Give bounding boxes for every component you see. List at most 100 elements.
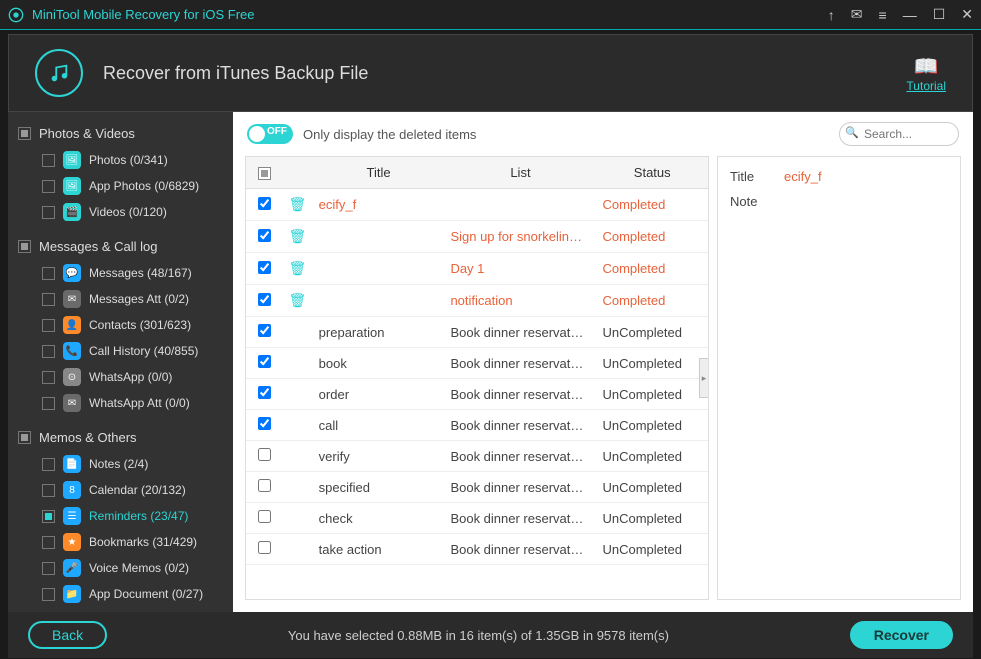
app-title: MiniTool Mobile Recovery for iOS Free [32,7,828,22]
item-checkbox[interactable] [42,397,55,410]
table-row[interactable]: 🗑 Day 1 Completed [246,253,708,285]
menu-icon[interactable]: ≡ [879,7,887,23]
cell-title: preparation [313,317,445,348]
table-row[interactable]: 🗑 ecify_f Completed [246,189,708,221]
group-checkbox[interactable] [18,127,31,140]
table-row[interactable]: order Book dinner reservat… UnCompleted [246,379,708,410]
tutorial-link[interactable]: 📖 Tutorial [906,54,946,93]
row-checkbox[interactable] [258,293,271,306]
item-checkbox[interactable] [42,458,55,471]
row-checkbox[interactable] [258,229,271,242]
minimize-icon[interactable]: — [903,7,917,23]
sidebar-item[interactable]: ⊙WhatsApp (0/0) [18,364,223,390]
category-icon: ✉ [63,394,81,412]
sidebar-group-header[interactable]: Photos & Videos [18,126,223,141]
item-checkbox[interactable] [42,267,55,280]
sidebar-item-label: Photos (0/341) [89,153,168,167]
row-checkbox[interactable] [258,541,271,554]
page-header: Recover from iTunes Backup File 📖 Tutori… [8,34,973,112]
close-icon[interactable]: ✕ [961,6,973,23]
category-icon: ✉ [63,290,81,308]
cell-list: Day 1 [444,253,596,285]
item-checkbox[interactable] [42,293,55,306]
row-checkbox[interactable] [258,324,271,337]
sidebar-item[interactable]: 📄Notes (2/4) [18,451,223,477]
row-checkbox[interactable] [258,448,271,461]
item-checkbox[interactable] [42,562,55,575]
table-row[interactable]: check Book dinner reservat… UnCompleted [246,503,708,534]
item-checkbox[interactable] [42,510,55,523]
item-checkbox[interactable] [42,484,55,497]
cell-status: UnCompleted [596,472,708,503]
row-checkbox[interactable] [258,355,271,368]
table-row[interactable]: call Book dinner reservat… UnCompleted [246,410,708,441]
cell-title [313,221,445,253]
sidebar-item-label: Messages Att (0/2) [89,292,189,306]
col-title[interactable]: Title [313,157,445,189]
titlebar: MiniTool Mobile Recovery for iOS Free ↑ … [0,0,981,30]
search-input[interactable] [839,122,959,146]
cell-list: Book dinner reservat… [444,379,596,410]
cell-list: Book dinner reservat… [444,534,596,565]
cell-title [313,285,445,317]
trash-icon: 🗑 [288,292,306,308]
sidebar-item[interactable]: 🖼App Photos (0/6829) [18,173,223,199]
mail-icon[interactable]: ✉ [851,6,863,23]
sidebar-item[interactable]: 🎤Voice Memos (0/2) [18,555,223,581]
cell-status: UnCompleted [596,410,708,441]
sidebar-item[interactable]: ☰Reminders (23/47) [18,503,223,529]
group-checkbox[interactable] [18,431,31,444]
sidebar-item[interactable]: ✉ Messages Att (0/2) [18,286,223,312]
row-checkbox[interactable] [258,510,271,523]
cell-list [444,189,596,221]
sidebar-item[interactable]: 💬Messages (48/167) [18,260,223,286]
trash-icon: 🗑 [288,196,306,212]
row-checkbox[interactable] [258,417,271,430]
table-row[interactable]: specified Book dinner reservat… UnComple… [246,472,708,503]
category-icon: 📞 [63,342,81,360]
row-checkbox[interactable] [258,386,271,399]
table-row[interactable]: book Book dinner reservat… UnCompleted [246,348,708,379]
item-checkbox[interactable] [42,319,55,332]
sidebar-item[interactable]: ★Bookmarks (31/429) [18,529,223,555]
sidebar-item[interactable]: 🖼Photos (0/341) [18,147,223,173]
upload-icon[interactable]: ↑ [828,7,835,23]
cell-status: Completed [596,221,708,253]
category-icon: ☰ [63,507,81,525]
sidebar-group-header[interactable]: Messages & Call log [18,239,223,254]
table-row[interactable]: 🗑 Sign up for snorkelin… Completed [246,221,708,253]
table-row[interactable]: take action Book dinner reservat… UnComp… [246,534,708,565]
maximize-icon[interactable]: ☐ [933,6,946,23]
panel-expand-handle[interactable]: ▸ [699,358,709,398]
col-list[interactable]: List [444,157,596,189]
item-checkbox[interactable] [42,345,55,358]
row-checkbox[interactable] [258,261,271,274]
table-row[interactable]: preparation Book dinner reservat… UnComp… [246,317,708,348]
deleted-filter-toggle[interactable]: OFF [247,124,293,144]
recover-button[interactable]: Recover [850,621,953,649]
trash-icon: 🗑 [288,260,306,276]
table-row[interactable]: verify Book dinner reservat… UnCompleted [246,441,708,472]
row-checkbox[interactable] [258,197,271,210]
back-button[interactable]: Back [28,621,107,649]
sidebar-item[interactable]: 📁App Document (0/27) [18,581,223,607]
sidebar-group-header[interactable]: Memos & Others [18,430,223,445]
row-checkbox[interactable] [258,479,271,492]
item-checkbox[interactable] [42,588,55,601]
table-row[interactable]: 🗑 notification Completed [246,285,708,317]
col-status[interactable]: Status [596,157,708,189]
select-all-checkbox[interactable] [258,167,271,180]
item-checkbox[interactable] [42,180,55,193]
group-checkbox[interactable] [18,240,31,253]
sidebar-item[interactable]: 👤Contacts (301/623) [18,312,223,338]
item-checkbox[interactable] [42,154,55,167]
item-checkbox[interactable] [42,206,55,219]
cell-status: Completed [596,285,708,317]
sidebar-item[interactable]: 🎬Videos (0/120) [18,199,223,225]
sidebar-item[interactable]: 📞Call History (40/855) [18,338,223,364]
sidebar-item[interactable]: 8Calendar (20/132) [18,477,223,503]
item-checkbox[interactable] [42,536,55,549]
sidebar-item[interactable]: ✉WhatsApp Att (0/0) [18,390,223,416]
item-checkbox[interactable] [42,371,55,384]
cell-list: Book dinner reservat… [444,441,596,472]
